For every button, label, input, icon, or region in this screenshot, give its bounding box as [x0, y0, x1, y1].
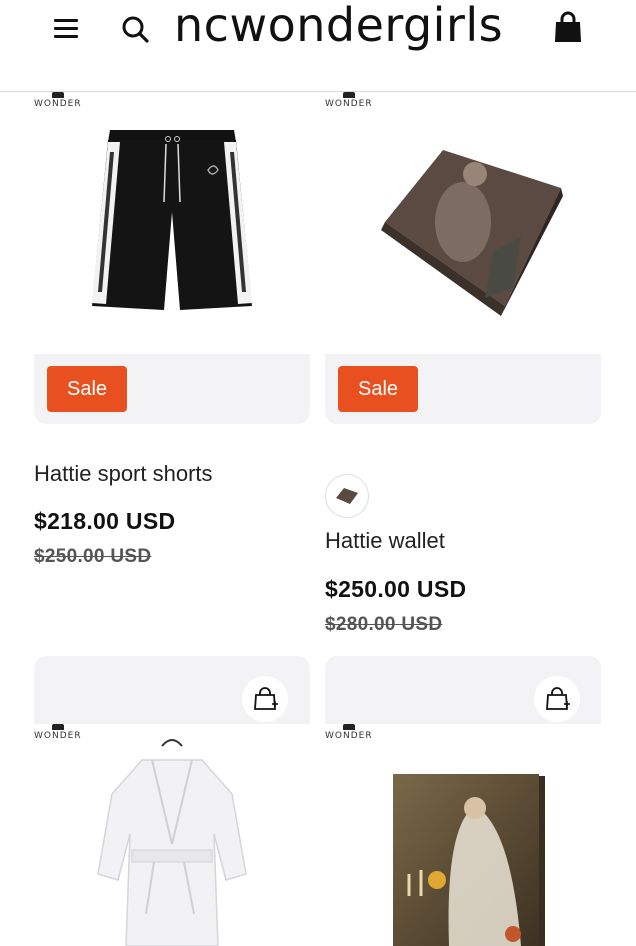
quick-add-button[interactable] — [242, 676, 288, 722]
product-card-shorts[interactable]: WONDER Sale Hattie sport shorts $218.00 … — [0, 92, 318, 592]
product-card-wallet[interactable]: WONDER Sale Hattie wallet $250.00 USD $2… — [318, 92, 636, 652]
product-card-robe[interactable]: WONDER — [0, 656, 318, 946]
wonder-logo: WONDER — [325, 724, 373, 741]
wallet-swatch-icon — [336, 488, 358, 504]
sale-badge: Sale — [47, 366, 127, 412]
product-title[interactable]: Hattie sport shorts — [34, 461, 213, 487]
product-price: $250.00 USD — [325, 576, 467, 602]
shopping-bag-icon[interactable] — [552, 10, 584, 44]
shorts-image — [92, 130, 252, 310]
wonder-logo: WONDER — [34, 724, 82, 741]
product-title[interactable]: Hattie wallet — [325, 528, 445, 554]
hamburger-menu-icon[interactable] — [54, 16, 82, 40]
product-compare-price: $280.00 USD — [325, 614, 443, 635]
quick-add-button[interactable] — [534, 676, 580, 722]
wallet-image — [381, 150, 563, 316]
site-header: ncwondergirls — [0, 0, 636, 92]
wonder-logo: WONDER — [34, 92, 82, 109]
product-image-robe[interactable]: WONDER — [34, 724, 310, 946]
color-swatch-wallet[interactable] — [325, 474, 369, 518]
product-image-painting[interactable]: WONDER — [325, 724, 601, 946]
add-to-bag-icon — [254, 687, 278, 710]
product-image-wallet[interactable]: WONDER — [325, 92, 601, 354]
add-to-bag-icon — [546, 687, 570, 710]
product-card-painting[interactable]: WONDER — [318, 656, 636, 946]
painting-image — [393, 774, 545, 946]
robe-image — [97, 739, 247, 946]
wonder-logo: WONDER — [325, 92, 373, 109]
product-compare-price: $250.00 USD — [34, 546, 152, 567]
sale-badge: Sale — [338, 366, 418, 412]
brand-logo[interactable]: ncwondergirls — [174, 0, 503, 52]
product-price: $218.00 USD — [34, 508, 176, 534]
product-image-shorts[interactable]: WONDER — [34, 92, 310, 354]
search-icon[interactable] — [118, 12, 154, 48]
